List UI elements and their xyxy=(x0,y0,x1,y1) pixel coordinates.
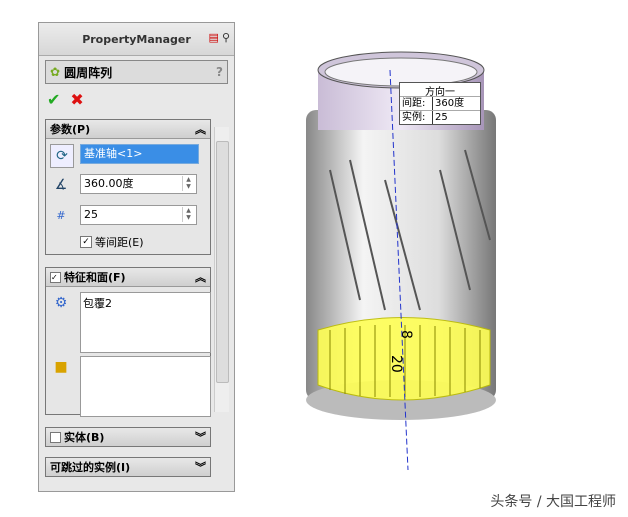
features-header[interactable]: 特征和面(F) xyxy=(64,269,126,285)
angle-spinner[interactable]: ▲ ▼ xyxy=(182,176,194,191)
cancel-button[interactable]: ✖ xyxy=(70,90,83,109)
features-list[interactable]: 包覆2 xyxy=(80,292,211,353)
watermark: 头条号 / 大国工程师 xyxy=(490,494,616,510)
count-spinner[interactable]: ▲ ▼ xyxy=(182,207,194,222)
bodies-checkbox[interactable] xyxy=(50,431,61,443)
skip-header[interactable]: 可跳过的实例(I) xyxy=(50,459,130,475)
equal-spacing-checkbox[interactable]: ✓ xyxy=(80,236,92,248)
feature-face-icon: ⚙ xyxy=(54,295,68,311)
axis-field[interactable]: 基准轴<1> xyxy=(80,144,199,164)
bodies-list[interactable] xyxy=(80,356,211,417)
feature-list-item[interactable]: 包覆2 xyxy=(83,297,112,310)
spacing-label: 间距: xyxy=(402,98,426,109)
equal-spacing-label: 等间距(E) xyxy=(95,236,144,249)
pm-title: PropertyManager xyxy=(82,32,191,46)
instances-icon: # xyxy=(56,209,66,222)
collapse-icon[interactable]: ▤ xyxy=(209,31,219,44)
dimension-8[interactable]: 8 xyxy=(398,330,414,339)
body-cube-icon: ■ xyxy=(54,359,68,375)
count-field[interactable]: 25 ▲ ▼ xyxy=(80,205,197,225)
ok-button[interactable]: ✔ xyxy=(47,90,60,109)
direction-callout: 方向一 间距: 360度 实例: 25 xyxy=(399,82,481,125)
features-section: ✓ 特征和面(F) ︽ ⚙ 包覆2 ■ xyxy=(45,267,211,417)
pin-icon[interactable]: ⚲ xyxy=(222,31,230,44)
callout-title: 方向一 xyxy=(425,87,455,98)
collapse-chevron-icon[interactable]: ︽ xyxy=(195,121,206,137)
params-header[interactable]: 参数(P) xyxy=(50,121,90,137)
expand-chevron-icon[interactable]: ︾ xyxy=(195,429,206,445)
pm-title-bar: PropertyManager ▤ ⚲ xyxy=(39,23,234,56)
scroll-thumb[interactable] xyxy=(216,141,229,383)
help-button[interactable]: ? xyxy=(216,65,223,79)
feature-header: ✿ 圆周阵列? xyxy=(45,60,228,84)
scrollbar[interactable] xyxy=(214,127,229,412)
rotate-axis-icon[interactable]: ⟳ xyxy=(50,144,74,168)
circular-pattern-icon: ✿ xyxy=(50,65,61,79)
expand-chevron-icon[interactable]: ︾ xyxy=(195,459,206,475)
skip-section: 可跳过的实例(I) ︾ xyxy=(45,457,211,477)
features-checkbox[interactable]: ✓ xyxy=(50,271,61,283)
bodies-header[interactable]: 实体(B) xyxy=(64,429,104,445)
collapse-chevron-icon[interactable]: ︽ xyxy=(195,269,206,285)
callout-count-field[interactable]: 25 xyxy=(432,111,480,124)
params-section: 参数(P) ︽ ⟳ 基准轴<1> ∡ 360.00度 ▲ ▼ # 25 ▲ ▼ ✓ 等间距(… xyxy=(45,119,211,255)
feature-title: 圆周阵列 xyxy=(64,65,113,80)
count-label: 实例: xyxy=(402,112,426,123)
angle-icon: ∡ xyxy=(54,177,68,193)
angle-field[interactable]: 360.00度 ▲ ▼ xyxy=(80,174,197,194)
callout-spacing-field[interactable]: 360度 xyxy=(432,97,480,110)
bodies-section: 实体(B) ︾ xyxy=(45,427,211,447)
dimension-20[interactable]: 20 xyxy=(388,355,404,373)
property-manager: PropertyManager ▤ ⚲ ✿ 圆周阵列? ✔ ✖ 参数(P) ︽ ⟳ 基准… xyxy=(38,22,235,492)
